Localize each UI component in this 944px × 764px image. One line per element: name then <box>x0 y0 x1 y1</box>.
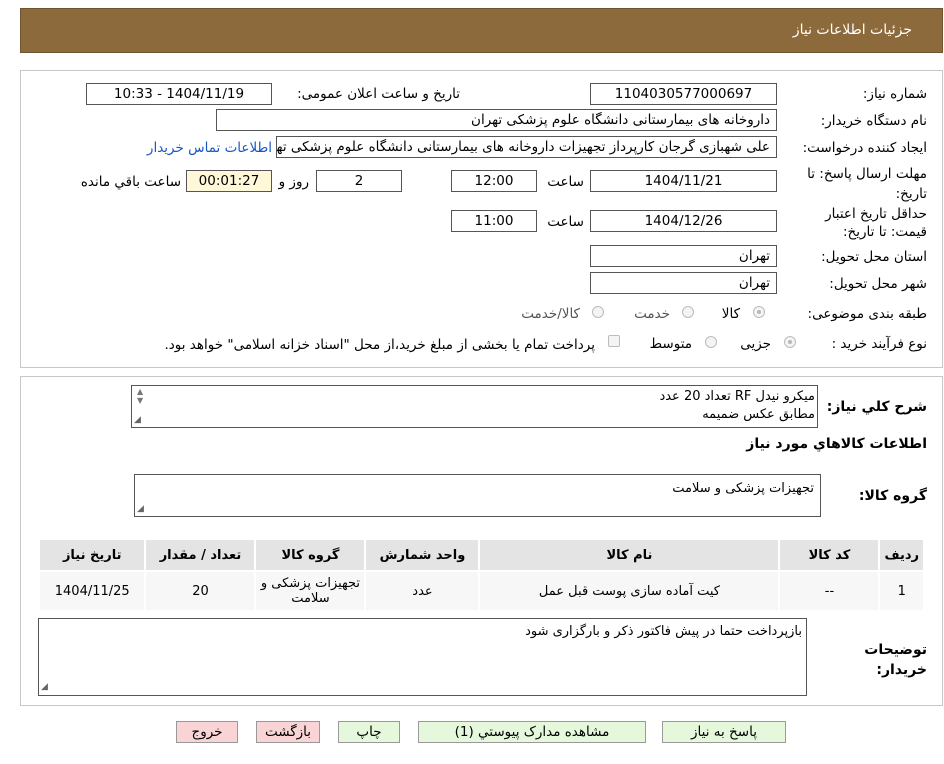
validity-time-field[interactable]: 11:00 <box>451 210 537 232</box>
reply-button[interactable]: پاسخ به نیاز <box>662 721 786 743</box>
process-medium-label: متوسط <box>649 336 692 352</box>
city-field[interactable]: تهران <box>590 272 777 294</box>
need-number-field[interactable]: 1104030577000697 <box>590 83 777 105</box>
buyer-notes-value: بازپرداخت حتما در پیش فاکتور ذکر و بارگز… <box>525 624 802 639</box>
category-goods-label: کالا <box>721 306 740 322</box>
category-service-radio[interactable] <box>682 306 694 318</box>
process-partial-label: جزیی <box>740 336 771 352</box>
process-partial-radio[interactable] <box>784 336 796 348</box>
general-desc-textarea[interactable]: میکرو نیدل RF تعداد 20 عدد مطابق عکس ضمی… <box>131 385 818 428</box>
need-number-label: شماره نیاز: <box>862 86 927 102</box>
deadline-time-field[interactable]: 12:00 <box>451 170 537 192</box>
cell-group: تجهیزات پزشکی و سلامت <box>254 570 367 612</box>
buyer-contact-link[interactable]: اطلاعات تماس خریدار <box>147 140 272 156</box>
province-label: استان محل تحویل: <box>821 249 927 265</box>
col-unit: واحد شمارش <box>364 538 481 572</box>
col-date: تاریخ نیاز <box>37 538 147 572</box>
buyer-notes-label: توضیحات خریدار: <box>864 642 927 678</box>
goods-group-value: تجهیزات پزشکی و سلامت <box>672 481 814 496</box>
back-button[interactable]: بازگشت <box>256 721 320 743</box>
col-row: ردیف <box>878 538 925 572</box>
requester-field[interactable]: علی شهبازی گرجان کارپرداز تجهیزات داروخا… <box>276 136 777 158</box>
treasury-payment-checkbox[interactable] <box>608 335 620 347</box>
validity-label: حداقل تاریخ اعتبار قیمت: تا تاریخ: <box>825 206 927 240</box>
scroll-arrows-icon[interactable]: ▲ ▼ <box>137 387 143 405</box>
cell-code: -- <box>778 570 881 612</box>
deadline-label: مهلت ارسال پاسخ: تا تاریخ: <box>807 166 927 202</box>
category-goods-service-radio[interactable] <box>592 306 604 318</box>
category-label: طبقه بندی موضوعی: <box>807 306 927 322</box>
cell-qty: 20 <box>144 570 257 612</box>
cell-name: کیت آماده سازی پوست قبل عمل <box>478 570 781 612</box>
col-code: کد کالا <box>778 538 881 572</box>
general-desc-line-1: میکرو نیدل RF تعداد 20 عدد <box>659 389 815 404</box>
process-medium-radio[interactable] <box>705 336 717 348</box>
general-desc-label: شرح کلي نياز: <box>826 399 927 415</box>
buyer-notes-textarea[interactable]: بازپرداخت حتما در پیش فاکتور ذکر و بارگز… <box>38 618 807 696</box>
page-title: جزئيات اطلاعات نياز <box>792 22 912 38</box>
general-desc-line-2: مطابق عکس ضمیمه <box>702 407 815 422</box>
resize-handle-icon[interactable]: ◢ <box>41 682 48 692</box>
goods-group-textarea[interactable]: تجهیزات پزشکی و سلامت ◢ <box>134 474 821 517</box>
table-row: 1 -- کیت آماده سازی پوست قبل عمل عدد تجه… <box>37 570 925 612</box>
buyer-org-label: نام دستگاه خریدار: <box>820 113 927 129</box>
col-name: نام کالا <box>478 538 781 572</box>
page-header: جزئيات اطلاعات نياز <box>20 8 943 53</box>
col-qty: تعداد / مقدار <box>144 538 257 572</box>
goods-table: ردیف کد کالا نام کالا واحد شمارش گروه کا… <box>37 538 925 612</box>
cell-row: 1 <box>878 570 925 612</box>
process-type-label: نوع فرآیند خرید : <box>831 336 927 352</box>
resize-handle-icon[interactable]: ◢ <box>134 415 141 425</box>
cell-unit: عدد <box>364 570 481 612</box>
col-group: گروه کالا <box>254 538 367 572</box>
print-button[interactable]: چاپ <box>338 721 400 743</box>
province-field[interactable]: تهران <box>590 245 777 267</box>
table-header-row: ردیف کد کالا نام کالا واحد شمارش گروه کا… <box>37 538 925 572</box>
days-field[interactable]: 2 <box>316 170 402 192</box>
category-service-label: خدمت <box>634 306 670 322</box>
resize-handle-icon[interactable]: ◢ <box>137 504 144 514</box>
deadline-time-label: ساعت <box>547 174 584 190</box>
view-attachments-button[interactable]: مشاهده مدارک پیوستي (1) <box>418 721 646 743</box>
goods-group-label: گروه کالا: <box>858 488 927 504</box>
deadline-date-field[interactable]: 1404/11/21 <box>590 170 777 192</box>
day-and-label: روز و <box>278 174 309 190</box>
goods-info-heading: اطلاعات کالاهاي مورد نياز <box>746 436 927 452</box>
exit-button[interactable]: خروج <box>176 721 238 743</box>
countdown-field: 00:01:27 <box>186 170 272 192</box>
requester-label: ایجاد کننده درخواست: <box>802 140 927 156</box>
treasury-payment-label: پرداخت تمام یا بخشی از مبلغ خرید،از محل … <box>164 337 595 353</box>
remaining-label: ساعت باقي مانده <box>80 174 181 190</box>
validity-date-field[interactable]: 1404/12/26 <box>590 210 777 232</box>
cell-date: 1404/11/25 <box>37 570 147 612</box>
category-goods-radio[interactable] <box>753 306 765 318</box>
city-label: شهر محل تحویل: <box>829 276 927 292</box>
announce-datetime-field[interactable]: 1404/11/19 - 10:33 <box>86 83 272 105</box>
category-goods-service-label: کالا/خدمت <box>521 306 580 322</box>
buyer-org-field[interactable]: داروخانه های بیمارستانی دانشگاه علوم پزش… <box>216 109 777 131</box>
validity-time-label: ساعت <box>547 214 584 230</box>
announce-datetime-label: تاریخ و ساعت اعلان عمومی: <box>297 86 460 102</box>
